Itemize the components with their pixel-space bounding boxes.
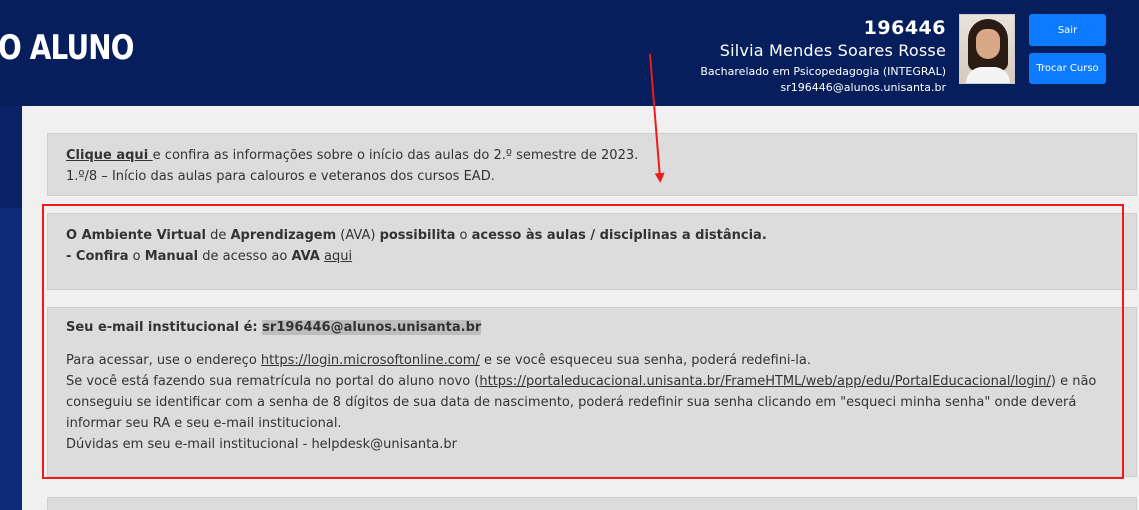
helpdesk-text: Dúvidas em seu e-mail institucional - he… [66,437,457,452]
sidebar [0,106,22,510]
portal-brand-title: O ALUNO [0,28,135,68]
portal-login-link[interactable]: https://portaleducacional.unisanta.br/Fr… [479,374,1051,389]
avatar [959,14,1015,84]
microsoft-login-link[interactable]: https://login.microsoftonline.com/ [261,353,480,368]
student-course: Bacharelado em Psicopedagogia (INTEGRAL) [700,65,946,78]
semester-line1: e confira as informações sobre o início … [152,148,639,163]
semester-info-link[interactable]: Clique aqui [66,148,153,163]
email-label: Seu e-mail institucional é: [66,320,263,335]
next-panel [47,497,1137,510]
institutional-email: sr196446@alunos.unisanta.br [262,320,482,335]
student-id: 196446 [863,17,946,39]
student-name: Silvia Mendes Soares Rosse [719,41,946,60]
semester-notice: Clique aqui e confira as informações sob… [47,133,1137,196]
switch-course-button[interactable]: Trocar Curso [1029,53,1106,84]
ava-notice: O Ambiente Virtual de Aprendizagem (AVA)… [47,213,1137,290]
top-header: O ALUNO 196446 Silvia Mendes Soares Ross… [0,0,1139,106]
user-info: 196446 Silvia Mendes Soares Rosse Bachar… [700,16,946,96]
ava-manual-link[interactable]: aqui [324,249,352,264]
student-email: sr196446@alunos.unisanta.br [780,81,946,94]
logout-button[interactable]: Sair [1029,14,1106,46]
institutional-email-notice: Seu e-mail institucional é: sr196446@alu… [47,307,1137,477]
semester-line2: 1.º/8 – Início das aulas para calouros e… [66,169,495,184]
